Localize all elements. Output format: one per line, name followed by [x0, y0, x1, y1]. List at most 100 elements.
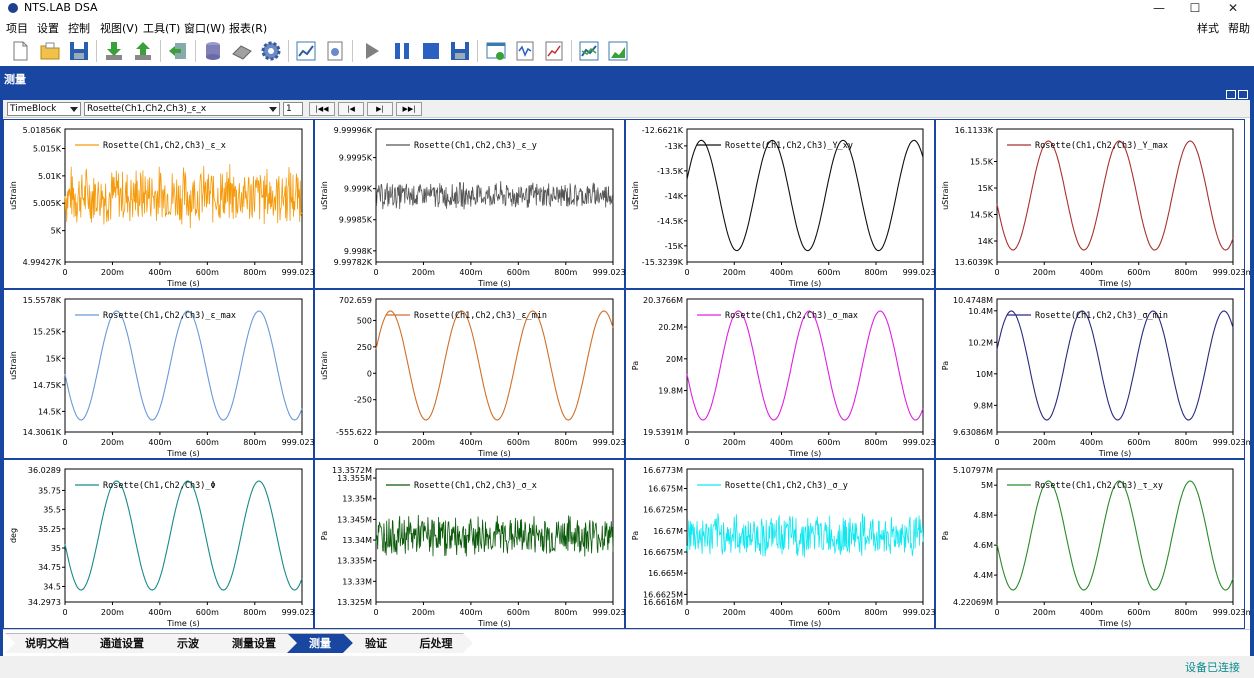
menu-report[interactable]: 报表(R) — [229, 20, 267, 36]
export-icon[interactable] — [166, 39, 190, 63]
close-button[interactable]: ✕ — [1216, 0, 1250, 17]
x-tick-label: 800m — [243, 268, 266, 277]
menu-style[interactable]: 样式 — [1197, 20, 1219, 36]
menu-window[interactable]: 窗口(W) — [184, 20, 225, 36]
chart-11: 5.10797M 4.22069M 5M 4.8M 4.6M 4.4M 0 200m 400m 6… — [935, 459, 1250, 629]
x-tick-label: 200m — [1033, 268, 1056, 277]
x-axis-label: Time (s) — [477, 449, 511, 458]
y-tick-label: 15K — [978, 184, 994, 193]
tab-3[interactable]: 测量设置 — [211, 633, 297, 653]
upload-icon[interactable] — [131, 39, 155, 63]
y-tick-label: 5K — [51, 227, 62, 236]
open-folder-icon[interactable] — [38, 39, 62, 63]
menu-project[interactable]: 项目 — [6, 20, 28, 36]
menu-settings[interactable]: 设置 — [37, 20, 59, 36]
tab-1[interactable]: 通道设置 — [79, 633, 165, 653]
save-data-icon[interactable] — [448, 39, 472, 63]
y-tick-label: 35.25 — [38, 525, 61, 534]
x-tick-label: 200m — [101, 608, 124, 617]
app-logo-icon — [8, 3, 18, 13]
trend-icon[interactable] — [542, 39, 566, 63]
y-tick-label: 20.2M — [658, 323, 683, 332]
x-tick-label: 0 — [62, 608, 67, 617]
y-tick-label: 15.5578K — [23, 296, 62, 305]
new-file-icon[interactable] — [8, 39, 32, 63]
y-tick-label: -250 — [354, 396, 372, 405]
legend-label: Rosette(Ch1,Ch2,Ch3)_ε_max — [103, 311, 236, 321]
add-window-icon[interactable] — [484, 39, 508, 63]
x-tick-label: 400m — [459, 268, 482, 277]
chart-line-icon[interactable] — [294, 39, 318, 63]
channel-select[interactable]: Rosette(Ch1,Ch2,Ch3)_ε_x — [84, 102, 280, 116]
first-page-button[interactable]: |◀◀ — [309, 102, 335, 116]
next-page-button[interactable]: ▶| — [367, 102, 393, 116]
database-icon[interactable] — [201, 39, 225, 63]
x-tick-label: 800m — [554, 268, 577, 277]
menu-control[interactable]: 控制 — [68, 20, 90, 36]
y-tick-label: 250 — [357, 343, 372, 352]
y-tick-label: 9.8M — [973, 401, 993, 410]
x-axis-label: Time (s) — [1098, 279, 1132, 288]
eraser-icon[interactable] — [230, 39, 254, 63]
x-axis-label: Time (s) — [1098, 449, 1132, 458]
page-input[interactable]: 1 — [283, 102, 303, 116]
x-tick-label: 400m — [148, 438, 171, 447]
chart-10: 16.6773M16.6616M16.675M16.6725M16.67M16.… — [625, 459, 944, 629]
waveform-icon[interactable] — [513, 39, 537, 63]
y-axis-label: Pa — [320, 531, 329, 540]
control-row: TimeBlock Rosette(Ch1,Ch2,Ch3)_ε_x 1 |◀◀… — [3, 100, 1250, 118]
page-input-value: 1 — [286, 104, 292, 114]
pause-icon[interactable] — [390, 39, 414, 63]
minimize-button[interactable]: — — [1142, 0, 1176, 17]
tab-0[interactable]: 说明文档 — [5, 633, 89, 653]
y-tick-label: 13.325M — [337, 598, 372, 607]
y-tick-label: 13.335M — [337, 557, 372, 566]
y-tick-label: 4.99427K — [23, 258, 62, 267]
last-page-button[interactable]: ▶▶| — [396, 102, 422, 116]
tab-6[interactable]: 后处理 — [399, 633, 473, 653]
x-tick-label: 800m — [243, 438, 266, 447]
y-axis-label: uStrain — [320, 181, 329, 210]
save-icon[interactable] — [67, 39, 91, 63]
maximize-button[interactable]: ☐ — [1178, 0, 1212, 17]
settings-doc-icon[interactable] — [323, 39, 347, 63]
y-tick-label: 9.999K — [344, 185, 373, 194]
download-icon[interactable] — [102, 39, 126, 63]
x-axis-label: Time (s) — [788, 619, 822, 628]
gear-icon[interactable] — [259, 39, 283, 63]
y-axis-label: Pa — [631, 531, 640, 540]
y-tick-label: 34.75 — [38, 563, 61, 572]
x-tick-label: 400m — [770, 438, 793, 447]
mode-select[interactable]: TimeBlock — [7, 102, 81, 116]
y-tick-label: 10.2M — [968, 338, 993, 347]
y-tick-label: 5.01856K — [23, 126, 62, 135]
frame-restore-icon[interactable] — [1226, 90, 1236, 99]
x-tick-label: 0 — [684, 438, 689, 447]
prev-page-button[interactable]: |◀ — [338, 102, 364, 116]
chart-compare-icon[interactable] — [577, 39, 601, 63]
y-axis-label: deg — [9, 528, 18, 543]
x-tick-label: 800m — [243, 608, 266, 617]
y-tick-label: 19.5391M — [643, 428, 683, 437]
x-tick-label: 800m — [1174, 608, 1197, 617]
x-axis-label: Time (s) — [477, 279, 511, 288]
x-axis-label: Time (s) — [166, 619, 200, 628]
menu-view[interactable]: 视图(V) — [100, 20, 138, 36]
chart-6: 20.3766M 19.5391M 20.2M 20M 19.8M 0 200m 400m 60… — [625, 289, 944, 459]
x-tick-label: 200m — [723, 268, 746, 277]
y-axis-label: uStrain — [320, 351, 329, 380]
menu-tools[interactable]: 工具(T) — [143, 20, 180, 36]
measurement-frame: TimeBlock Rosette(Ch1,Ch2,Ch3)_ε_x 1 |◀◀… — [0, 88, 1254, 656]
y-tick-label: 13.355M — [337, 474, 372, 483]
y-tick-label: 4.8M — [973, 511, 993, 520]
x-tick-label: 800m — [1174, 438, 1197, 447]
legend-label: Rosette(Ch1,Ch2,Ch3)_ε_min — [414, 311, 547, 321]
frame-close-icon[interactable] — [1238, 90, 1248, 99]
play-icon[interactable] — [360, 39, 384, 63]
y-tick-label: 4.6M — [973, 541, 993, 550]
menu-help[interactable]: 帮助 — [1228, 20, 1250, 36]
x-tick-label: 999.023m — [1213, 268, 1250, 277]
app-title: NTS.LAB DSA — [24, 1, 98, 14]
stop-icon[interactable] — [419, 39, 443, 63]
chart-area-icon[interactable] — [606, 39, 630, 63]
